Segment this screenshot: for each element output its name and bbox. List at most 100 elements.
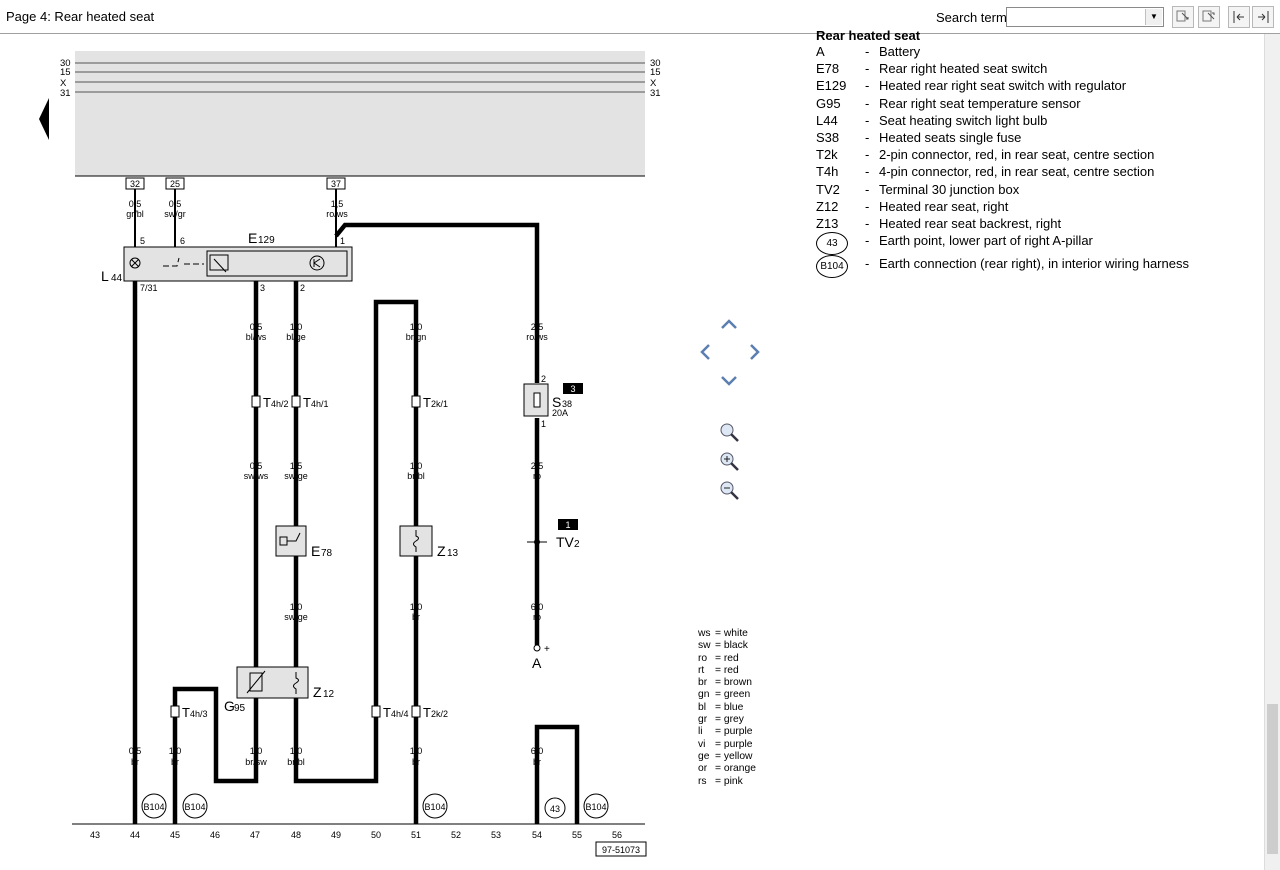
legend-row: T4h -4-pin connector, red, in rear seat, … — [816, 164, 1155, 180]
svg-text:1,5: 1,5 — [331, 199, 344, 209]
svg-text:46: 46 — [210, 830, 220, 840]
find-next-icon — [1176, 10, 1189, 22]
zoom-out-icon[interactable] — [716, 478, 746, 504]
s38-fuse: S 38 20A 2 1 3 — [523, 374, 583, 429]
terminal-label: 25 — [170, 179, 180, 189]
svg-text:78: 78 — [321, 548, 333, 559]
legend-row: L44- Seat heating switch light bulb — [816, 112, 1048, 128]
svg-text:1,0: 1,0 — [290, 746, 303, 756]
pin-label: 2 — [300, 283, 305, 293]
find-next-button[interactable] — [1172, 6, 1194, 28]
pin-label: 1 — [340, 236, 345, 246]
zoom-fit-icon[interactable] — [716, 420, 746, 446]
wire-labels: 0,5 gr/bl 0,5 sw/gr 1,5 ro/ws 0,5 bl/ws … — [126, 199, 548, 767]
legend-row: Z13- Heated rear seat backrest, right — [816, 215, 1062, 231]
svg-text:47: 47 — [250, 830, 260, 840]
svg-text:20A: 20A — [552, 408, 568, 418]
svg-text:B104: B104 — [585, 802, 606, 812]
pan-controls — [700, 319, 760, 386]
svg-text:A: A — [532, 655, 542, 671]
wiring-diagram: 30 15 X 31 30 15 X 31 32 25 37 E 129 L 4… — [39, 51, 661, 857]
terminal-label: 32 — [130, 179, 140, 189]
svg-text:4h/3: 4h/3 — [190, 709, 208, 719]
svg-text:4h/2: 4h/2 — [271, 399, 289, 409]
svg-text:6,0: 6,0 — [531, 602, 544, 612]
z13-heater: Z 13 — [399, 525, 459, 559]
svg-text:B104: B104 — [184, 802, 205, 812]
svg-text:E: E — [311, 543, 320, 559]
bus-label: 31 — [650, 88, 661, 99]
svg-text:Z: Z — [313, 684, 322, 700]
pan-right-icon[interactable] — [750, 344, 760, 360]
search-input[interactable] — [1008, 9, 1150, 25]
svg-text:0,5: 0,5 — [129, 746, 142, 756]
svg-text:2k/2: 2k/2 — [431, 709, 448, 719]
earth-circle: 43 — [816, 232, 848, 256]
svg-text:B104: B104 — [143, 802, 164, 812]
svg-text:2,5: 2,5 — [531, 461, 544, 471]
legend-row: E129- Heated rear right seat switch with … — [816, 78, 1127, 94]
svg-text:T: T — [182, 705, 190, 720]
svg-text:1: 1 — [565, 520, 570, 530]
svg-text:T: T — [303, 395, 311, 410]
svg-text:sw/ge: sw/ge — [284, 612, 308, 622]
pin-label: 7/31 — [140, 283, 158, 293]
svg-text:50: 50 — [371, 830, 381, 840]
pin-label: 3 — [260, 283, 265, 293]
legend-row: A - Battery — [816, 44, 921, 59]
expand-icon — [1258, 11, 1269, 23]
terminal-label: 37 — [331, 179, 341, 189]
svg-text:1,0: 1,0 — [290, 322, 303, 332]
svg-text:br: br — [171, 757, 179, 767]
svg-text:br: br — [412, 612, 420, 622]
svg-text:sw/ws: sw/ws — [244, 471, 269, 481]
pan-left-icon[interactable] — [700, 344, 710, 360]
collapse-button[interactable] — [1228, 6, 1250, 28]
bus-label: 15 — [650, 67, 661, 78]
e129-sub: 129 — [258, 235, 275, 246]
svg-text:sw/ge: sw/ge — [284, 471, 308, 481]
legend-row: Z12- Heated rear seat, right — [816, 198, 1009, 214]
find-prev-icon — [1202, 10, 1215, 22]
pan-down-icon[interactable] — [721, 376, 737, 386]
scrollbar-thumb[interactable] — [1267, 704, 1278, 854]
e129-label: E — [248, 230, 257, 246]
svg-text:bl/ws: bl/ws — [246, 332, 267, 342]
e78-switch: E 78 — [275, 525, 333, 559]
svg-text:+: + — [544, 644, 550, 655]
legend-row: E78- Rear right heated seat switch — [816, 61, 1048, 77]
legend-row: B104- Earth connection (rear right), in i… — [816, 255, 1256, 279]
pin-label: 5 — [140, 236, 145, 246]
svg-text:2: 2 — [541, 374, 546, 384]
pan-up-icon[interactable] — [721, 319, 737, 329]
bus-label: 31 — [60, 88, 71, 99]
svg-text:TV: TV — [556, 534, 575, 550]
svg-text:T: T — [423, 705, 431, 720]
search-combobox[interactable]: ▼ — [1006, 7, 1164, 27]
svg-text:ro/ws: ro/ws — [526, 332, 548, 342]
expand-button[interactable] — [1252, 6, 1274, 28]
svg-text:B104: B104 — [424, 802, 445, 812]
svg-text:2,5: 2,5 — [531, 322, 544, 332]
svg-text:ro/ws: ro/ws — [326, 209, 348, 219]
find-prev-button[interactable] — [1198, 6, 1220, 28]
svg-text:T: T — [423, 395, 431, 410]
bus-labels-left: 30 15 X 31 — [60, 58, 71, 99]
zoom-in-icon[interactable] — [716, 449, 746, 475]
connectors: T 4h/2 T 4h/1 T 2k/1 T 4h/3 T 4h/4 T 2k/… — [170, 395, 448, 720]
legend-row: TV2- Terminal 30 junction box — [816, 181, 1020, 197]
battery-a: + A — [532, 644, 550, 671]
svg-text:54: 54 — [532, 830, 542, 840]
earth-circle: B104 — [816, 255, 848, 279]
chevron-down-icon[interactable]: ▼ — [1145, 9, 1162, 25]
fuse-relay-panel — [75, 51, 645, 176]
z12-heater-g95-sensor: Z 12 G 95 — [224, 666, 335, 714]
vertical-scrollbar[interactable] — [1264, 34, 1280, 870]
svg-text:Z: Z — [437, 543, 446, 559]
previous-page-arrow-icon[interactable] — [39, 98, 49, 140]
svg-text:br/bl: br/bl — [407, 471, 425, 481]
svg-text:2k/1: 2k/1 — [431, 399, 448, 409]
svg-text:ro: ro — [533, 471, 541, 481]
svg-text:1,0: 1,0 — [169, 746, 182, 756]
track-numbers: 43 44 45 46 47 48 49 50 51 52 53 54 55 5… — [90, 830, 622, 840]
